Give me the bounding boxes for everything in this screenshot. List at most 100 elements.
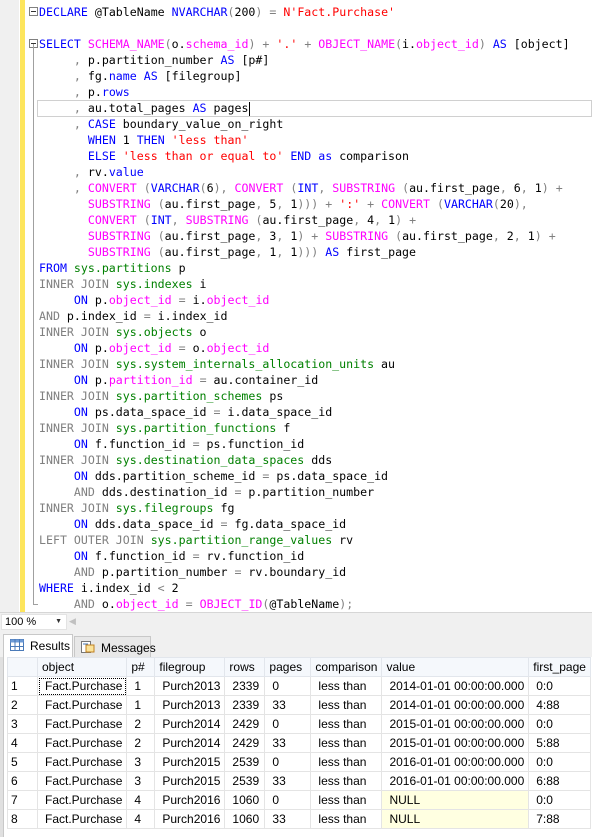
table-cell[interactable]: less than [310, 771, 383, 791]
results-grid[interactable]: object p# filegroup rows pages comparison valu… [3, 657, 592, 837]
sql-code[interactable]: DECLARE @TableName NVARCHAR (200) = N'Fac… [39, 4, 570, 612]
column-header[interactable]: value [381, 657, 530, 677]
code-line[interactable]: , p.rows [39, 84, 570, 100]
table-cell[interactable]: 0 [264, 714, 312, 734]
table-cell[interactable]: 0:0 [528, 790, 591, 810]
table-cell[interactable]: 0 [264, 790, 312, 810]
code-line[interactable]: INNER JOIN sys.partition_schemes ps [39, 388, 570, 404]
code-line[interactable]: WHEN 1 THEN 'less than' [39, 132, 570, 148]
table-cell[interactable]: 33 [264, 695, 312, 715]
table-cell[interactable]: 0 [264, 752, 312, 772]
tab-messages[interactable]: Messages [74, 636, 156, 657]
table-cell[interactable]: Purch2013 [154, 676, 226, 696]
table-cell[interactable]: less than [310, 695, 383, 715]
table-cell[interactable]: 2429 [224, 733, 266, 753]
table-cell[interactable]: 2539 [224, 752, 266, 772]
code-line[interactable]: , fg.name AS [filegroup] [39, 68, 570, 84]
table-cell[interactable]: Fact.Purchase [36, 771, 128, 791]
table-cell[interactable]: 0:0 [528, 676, 591, 696]
column-header[interactable]: filegroup [154, 657, 226, 677]
table-cell[interactable]: 0 [264, 676, 312, 696]
table-cell[interactable]: 4 [126, 809, 156, 829]
code-line[interactable]: FROM sys.partitions p [39, 260, 570, 276]
code-line[interactable]: SELECT SCHEMA_NAME(o.schema_id) + '.' + … [39, 36, 570, 52]
table-cell[interactable]: 0:0 [528, 714, 591, 734]
table-cell[interactable]: less than [310, 676, 383, 696]
table-cell[interactable]: less than [310, 790, 383, 810]
code-line[interactable]: ON f.function_id = rv.function_id [39, 548, 570, 564]
table-cell[interactable]: 1060 [224, 809, 266, 829]
table-cell[interactable]: 5:88 [528, 733, 591, 753]
tab-results[interactable]: Results [3, 634, 73, 657]
table-cell[interactable]: Fact.Purchase [36, 752, 128, 772]
table-cell[interactable]: 4 [126, 790, 156, 810]
table-cell[interactable]: 2014-01-01 00:00:00.000 [381, 676, 530, 696]
code-line[interactable]: WHERE i.index_id < 2 [39, 580, 570, 596]
table-row[interactable]: 4 Fact.Purchase 2 Purch2014 2429 33 less than 2… [7, 733, 591, 753]
table-cell[interactable]: NULL [381, 790, 530, 810]
code-line[interactable]: ON p.partition_id = au.container_id [39, 372, 570, 388]
table-row[interactable]: 7 Fact.Purchase 4 Purch2016 1060 0 less than NU… [7, 790, 591, 810]
table-cell[interactable]: Fact.Purchase [36, 733, 128, 753]
table-cell[interactable]: 2016-01-01 00:00:00.000 [381, 752, 530, 772]
table-cell[interactable]: less than [310, 809, 383, 829]
code-line[interactable]: INNER JOIN sys.system_internals_allocati… [39, 356, 570, 372]
scroll-left-icon[interactable]: ◀ [69, 616, 76, 627]
code-line[interactable]: DECLARE @TableName NVARCHAR(200) = N'Fac… [39, 4, 570, 20]
code-line[interactable]: ON p.object_id = o.object_id [39, 340, 570, 356]
column-header[interactable]: comparison [310, 657, 383, 677]
code-line[interactable]: INNER JOIN sys.objects o [39, 324, 570, 340]
code-line[interactable]: SUBSTRING (au.first_page, 1, 1))) AS fir… [39, 244, 570, 260]
table-cell[interactable]: 2014-01-01 00:00:00.000 [381, 695, 530, 715]
table-cell[interactable]: Fact.Purchase [36, 790, 128, 810]
code-line[interactable]: AND p.partition_number = rv.boundary_id [39, 564, 570, 580]
row-number[interactable]: 6 [7, 771, 38, 791]
table-cell[interactable]: less than [310, 714, 383, 734]
table-cell[interactable]: 2015-01-01 00:00:00.000 [381, 733, 530, 753]
table-cell[interactable]: 2539 [224, 771, 266, 791]
code-line[interactable]: SUBSTRING (au.first_page, 5, 1))) + ':' … [39, 196, 570, 212]
row-number[interactable]: 8 [7, 809, 38, 829]
code-line[interactable] [39, 20, 570, 36]
code-line[interactable]: AND p.index_id = i.index_id [39, 308, 570, 324]
table-cell[interactable]: less than [310, 733, 383, 753]
table-cell[interactable]: 2339 [224, 676, 266, 696]
table-row[interactable]: 1 Fact.Purchase 1 Purch2013 2339 0 less than 20… [7, 676, 591, 696]
code-line[interactable]: INNER JOIN sys.partition_functions f [39, 420, 570, 436]
code-line[interactable]: ON dds.partition_scheme_id = ps.data_spa… [39, 468, 570, 484]
code-line[interactable]: LEFT OUTER JOIN sys.partition_range_valu… [39, 532, 570, 548]
table-cell[interactable]: Purch2015 [154, 752, 226, 772]
code-line[interactable]: CONVERT (INT, SUBSTRING (au.first_page, … [39, 212, 570, 228]
table-cell[interactable]: 2 [126, 714, 156, 734]
code-line[interactable]: SUBSTRING (au.first_page, 3, 1) + SUBSTR… [39, 228, 570, 244]
table-cell[interactable]: Fact.Purchase [36, 809, 128, 829]
table-cell[interactable]: less than [310, 752, 383, 772]
table-cell[interactable]: Fact.Purchase [36, 676, 128, 696]
code-line[interactable]: AND o.object_id = OBJECT_ID(@TableName); [39, 596, 570, 612]
code-line[interactable]: ON f.function_id = ps.function_id [39, 436, 570, 452]
table-cell[interactable]: 1 [126, 695, 156, 715]
row-number[interactable]: 1 [7, 676, 38, 696]
table-cell[interactable]: 2016-01-01 00:00:00.000 [381, 771, 530, 791]
code-line[interactable]: INNER JOIN sys.destination_data_spaces d… [39, 452, 570, 468]
table-cell[interactable]: 2 [126, 733, 156, 753]
table-cell[interactable]: Purch2016 [154, 790, 226, 810]
table-cell[interactable]: 2339 [224, 695, 266, 715]
code-line[interactable]: ON p.object_id = i.object_id [39, 292, 570, 308]
code-line[interactable]: , au.total_pages AS pages [39, 100, 570, 116]
table-cell[interactable]: 2015-01-01 00:00:00.000 [381, 714, 530, 734]
table-cell[interactable]: 2429 [224, 714, 266, 734]
code-line[interactable]: INNER JOIN sys.indexes i [39, 276, 570, 292]
table-cell[interactable]: NULL [381, 809, 530, 829]
column-header[interactable]: pages [264, 657, 312, 677]
row-number[interactable]: 4 [7, 733, 38, 753]
table-cell[interactable]: 1 [126, 676, 156, 696]
zoom-dropdown[interactable]: 100 % ▼ [1, 614, 67, 630]
table-row[interactable]: 5 Fact.Purchase 3 Purch2015 2539 0 less than 20… [7, 752, 591, 772]
table-row[interactable]: 8 Fact.Purchase 4 Purch2016 1060 33 less than N… [7, 809, 591, 829]
row-number[interactable]: 7 [7, 790, 38, 810]
table-cell[interactable]: 33 [264, 771, 312, 791]
column-header[interactable]: rows [224, 657, 266, 677]
code-line[interactable]: , CASE boundary_value_on_right [39, 116, 570, 132]
table-cell[interactable]: Purch2014 [154, 733, 226, 753]
